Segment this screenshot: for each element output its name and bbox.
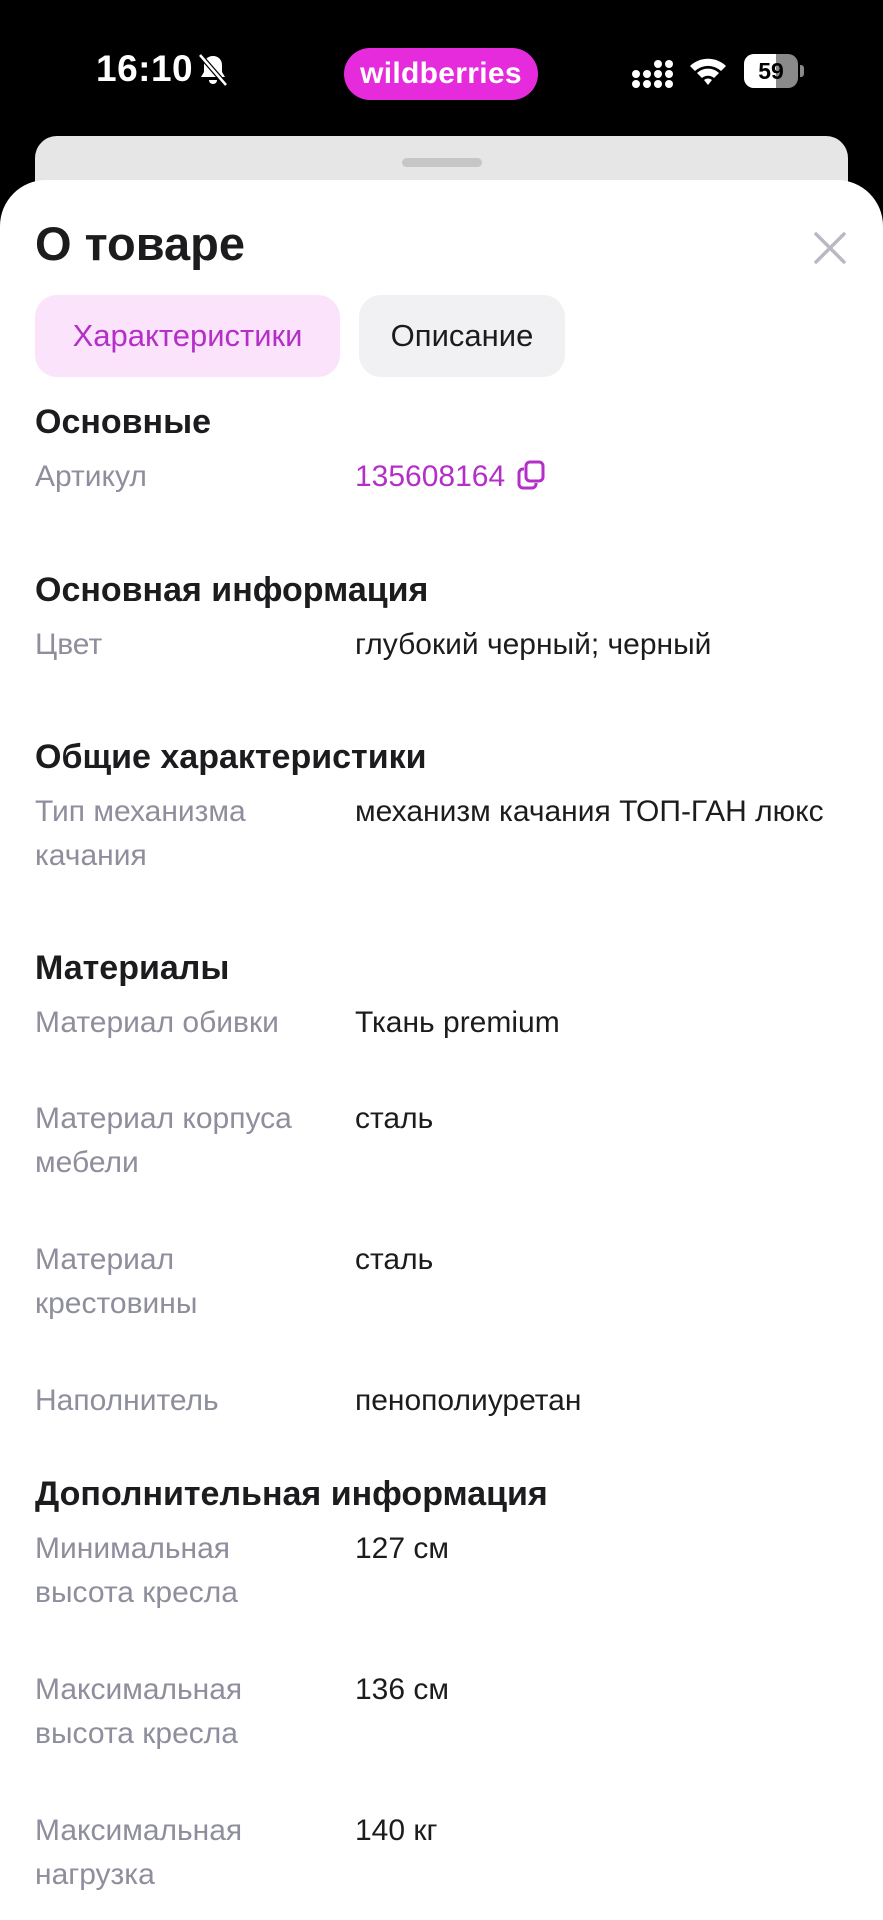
row-value-upholstery: Ткань premium xyxy=(355,1006,560,1039)
app-indicator-pill[interactable]: wildberries xyxy=(344,48,538,100)
status-bar: 16:10 wildberries 59 xyxy=(0,0,883,150)
row-value-filler: пенополиуретан xyxy=(355,1384,582,1417)
row-label-color: Цвет xyxy=(35,628,103,661)
row-label-max-height: Максимальная высота кресла xyxy=(35,1673,243,1750)
tab-description[interactable]: Описание xyxy=(359,295,565,377)
article-number-text[interactable]: 135608164 xyxy=(355,460,505,493)
wifi-icon xyxy=(690,58,726,85)
row-value-max-load: 140 кг xyxy=(355,1814,438,1847)
row-label-article: Артикул xyxy=(35,460,147,493)
section-title-basic-info: Основная информация xyxy=(35,571,429,609)
bell-slash-icon xyxy=(198,53,228,87)
battery-indicator: 59 xyxy=(744,54,804,88)
battery-level: 59 xyxy=(758,58,784,84)
copy-icon[interactable] xyxy=(517,460,545,490)
row-label-base-material: Материал крестовины xyxy=(35,1243,198,1320)
row-value-color: глубокий черный; черный xyxy=(355,628,712,661)
row-value-min-height: 127 см xyxy=(355,1532,450,1565)
section-title-materials: Материалы xyxy=(35,949,230,987)
section-title-additional: Дополнительная информация xyxy=(35,1475,548,1513)
row-value-base-material: сталь xyxy=(355,1243,434,1276)
row-label-upholstery: Материал обивки xyxy=(35,1006,279,1039)
status-time: 16:10 xyxy=(96,48,194,89)
sheet-title: О товаре xyxy=(35,217,245,270)
row-label-body-material: Материал корпуса мебели xyxy=(35,1102,292,1179)
row-value-body-material: сталь xyxy=(355,1102,434,1135)
cellular-signal-icon xyxy=(632,60,673,88)
section-title-general: Общие характеристики xyxy=(35,738,427,776)
close-icon[interactable] xyxy=(806,224,854,272)
row-label-max-load: Максимальная нагрузка xyxy=(35,1814,243,1891)
section-title-main: Основные xyxy=(35,403,212,441)
row-label-filler: Наполнитель xyxy=(35,1384,219,1417)
tab-characteristics[interactable]: Характеристики xyxy=(35,295,340,377)
row-value-max-height: 136 см xyxy=(355,1673,450,1706)
product-info-sheet: О товаре Характеристики Описание Основны… xyxy=(0,180,883,1920)
article-number[interactable]: 135608164 xyxy=(355,455,835,499)
row-label-mechanism: Тип механизма качания xyxy=(35,795,246,872)
sheet-grabber[interactable] xyxy=(402,158,482,167)
row-value-mechanism: механизм качания ТОП-ГАН люкс xyxy=(355,795,824,828)
row-label-min-height: Минимальная высота кресла xyxy=(35,1532,238,1609)
